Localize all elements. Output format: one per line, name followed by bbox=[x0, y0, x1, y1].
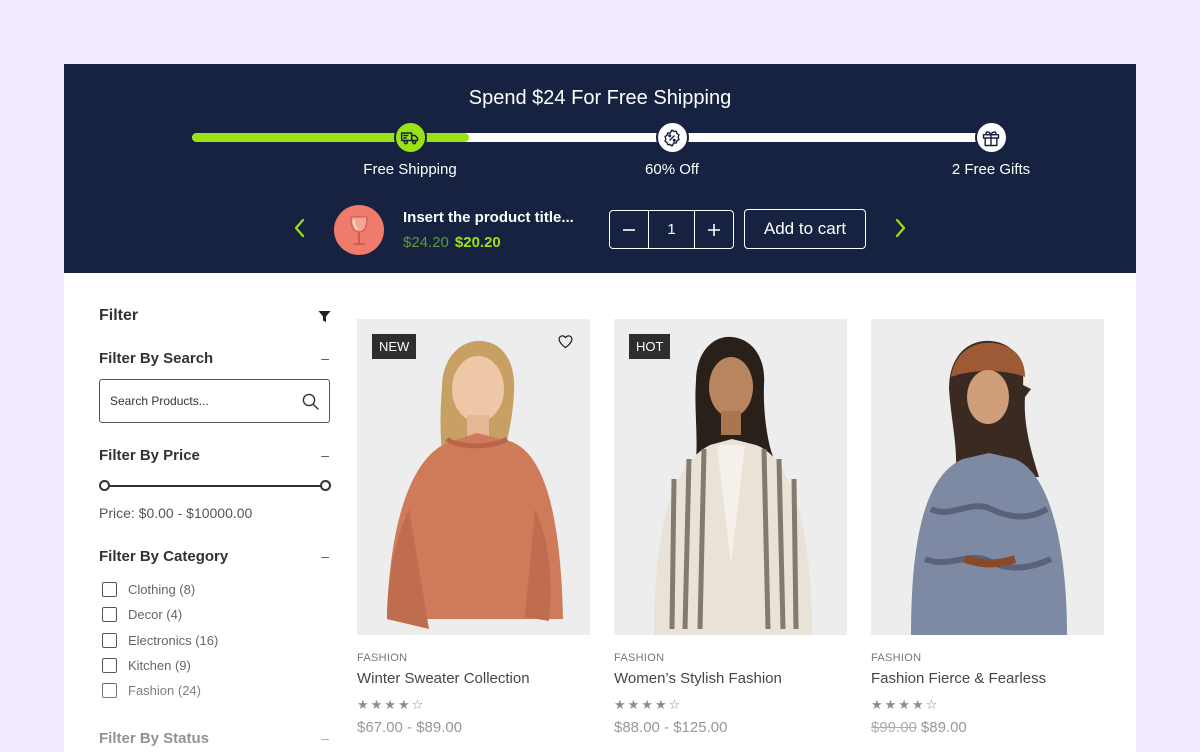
category-checkbox-fashion[interactable]: Fashion (24) bbox=[99, 678, 331, 703]
checkbox[interactable] bbox=[102, 607, 117, 623]
product-category: FASHION bbox=[357, 652, 408, 664]
category-checkbox-decor[interactable]: Decor (4) bbox=[99, 602, 331, 627]
category-label: Clothing (8) bbox=[128, 582, 196, 598]
filter-by-status-heading: Filter By Status bbox=[99, 729, 210, 747]
checkbox[interactable] bbox=[102, 632, 117, 648]
product-name[interactable]: Fashion Fierce & Fearless bbox=[871, 670, 1104, 687]
filter-header: Filter bbox=[99, 304, 331, 328]
sale-price: $89.00 bbox=[920, 719, 967, 736]
category-checkbox-kitchen[interactable]: Kitchen (9) bbox=[99, 653, 331, 678]
search-input[interactable] bbox=[110, 394, 302, 408]
discount-badge-icon bbox=[655, 121, 689, 154]
product-image[interactable]: HOT bbox=[614, 319, 847, 635]
price-min-handle[interactable] bbox=[99, 480, 110, 491]
heart-icon[interactable] bbox=[557, 333, 574, 350]
product-image[interactable] bbox=[871, 319, 1104, 635]
filter-by-status-header[interactable]: Filter By Status – bbox=[99, 726, 331, 750]
quantity-value[interactable]: 1 bbox=[648, 211, 695, 248]
product-price: $24.20 $20.20 bbox=[403, 234, 501, 251]
milestone-free-shipping: Free Shipping bbox=[330, 121, 490, 178]
product-price: $88.00 - $125.00 bbox=[614, 719, 847, 736]
search-products-field bbox=[99, 379, 330, 423]
product-card[interactable]: NEW FASHION Winter Sweater Collection ★★… bbox=[357, 319, 590, 736]
filter-title: Filter bbox=[99, 307, 139, 324]
milestone-label: 60% Off bbox=[645, 161, 699, 178]
collapse-icon[interactable]: – bbox=[321, 447, 331, 463]
search-icon[interactable] bbox=[302, 393, 319, 410]
collapse-icon[interactable]: – bbox=[321, 730, 331, 746]
product-price: $99.00 $89.00 bbox=[871, 719, 1104, 736]
category-label: Decor (4) bbox=[128, 607, 183, 623]
model-in-striped-blazer-image bbox=[614, 319, 847, 635]
banner-title: Spend $24 For Free Shipping bbox=[468, 87, 732, 109]
new-price: $20.20 bbox=[454, 234, 501, 251]
category-checkbox-electronics[interactable]: Electronics (16) bbox=[99, 628, 331, 653]
milestone-label: Free Shipping bbox=[363, 161, 457, 178]
next-product-arrow-icon[interactable] bbox=[892, 217, 908, 239]
increase-quantity-button[interactable] bbox=[695, 211, 733, 248]
product-badge: HOT bbox=[629, 334, 671, 359]
category-label: Electronics (16) bbox=[128, 632, 219, 648]
gift-icon bbox=[974, 121, 1008, 154]
filter-by-price-heading: Filter By Price bbox=[99, 446, 200, 464]
category-checkbox-clothing[interactable]: Clothing (8) bbox=[99, 577, 331, 602]
product-card[interactable]: FASHION Fashion Fierce & Fearless ★★★★☆ … bbox=[871, 319, 1104, 736]
milestone-discount: 60% Off bbox=[592, 121, 752, 178]
milestone-gifts: 2 Free Gifts bbox=[911, 121, 1071, 178]
filter-by-search-heading: Filter By Search bbox=[99, 349, 214, 367]
product-badge: NEW bbox=[372, 334, 417, 359]
model-in-sweater-image bbox=[357, 319, 590, 635]
plus-icon bbox=[708, 223, 720, 236]
product-category: FASHION bbox=[614, 652, 665, 664]
minus-icon bbox=[623, 228, 635, 231]
filter-by-category-header[interactable]: Filter By Category – bbox=[99, 544, 331, 568]
price: $88.00 - $125.00 bbox=[614, 719, 728, 736]
product-title[interactable]: Insert the product title... bbox=[403, 209, 574, 226]
truck-icon bbox=[393, 121, 427, 154]
decrease-quantity-button[interactable] bbox=[610, 211, 648, 248]
product-category: FASHION bbox=[871, 652, 922, 664]
collapse-icon[interactable]: – bbox=[321, 350, 331, 366]
model-in-headscarf-image bbox=[871, 319, 1104, 635]
category-list: Clothing (8) Decor (4) Electronics (16) … bbox=[99, 577, 331, 703]
filter-sidebar: Filter Filter By Search – Filter By Pric… bbox=[99, 304, 331, 750]
filter-by-search-header[interactable]: Filter By Search – bbox=[99, 346, 331, 370]
add-to-cart-button[interactable]: Add to cart bbox=[744, 209, 866, 249]
product-card[interactable]: HOT FASHION Women’s Stylish Fashion ★★★★… bbox=[614, 319, 847, 736]
original-price: $99.00 bbox=[871, 719, 917, 736]
price-range-text: Price: $0.00 - $10000.00 bbox=[99, 505, 253, 521]
checkbox[interactable] bbox=[102, 658, 117, 674]
price-range-slider bbox=[99, 479, 331, 493]
checkbox[interactable] bbox=[102, 683, 117, 699]
category-label: Kitchen (9) bbox=[128, 658, 191, 674]
checkbox[interactable] bbox=[102, 582, 117, 598]
wine-glass-icon[interactable] bbox=[334, 205, 384, 255]
collapse-icon[interactable]: – bbox=[321, 548, 331, 564]
product-name[interactable]: Winter Sweater Collection bbox=[357, 670, 590, 687]
category-label: Fashion (24) bbox=[128, 683, 201, 699]
star-rating: ★★★★☆ bbox=[357, 697, 426, 712]
star-rating: ★★★★☆ bbox=[871, 697, 940, 712]
page-frame: Spend $24 For Free Shipping Free Shippin… bbox=[64, 64, 1136, 752]
price-max-handle[interactable] bbox=[320, 480, 331, 491]
price-range-track bbox=[104, 485, 325, 487]
milestone-label: 2 Free Gifts bbox=[951, 161, 1031, 178]
previous-product-arrow-icon[interactable] bbox=[292, 217, 308, 239]
filter-by-category-heading: Filter By Category bbox=[99, 547, 229, 565]
product-price: $67.00 - $89.00 bbox=[357, 719, 590, 736]
quantity-stepper: 1 bbox=[609, 210, 734, 249]
star-rating: ★★★★☆ bbox=[614, 697, 683, 712]
product-image[interactable]: NEW bbox=[357, 319, 590, 635]
filter-by-price-header[interactable]: Filter By Price – bbox=[99, 443, 331, 467]
price: $67.00 - $89.00 bbox=[357, 719, 463, 736]
product-name[interactable]: Women’s Stylish Fashion bbox=[614, 670, 847, 687]
old-price: $24.20 bbox=[403, 234, 449, 251]
funnel-icon[interactable] bbox=[318, 310, 331, 323]
free-shipping-banner: Spend $24 For Free Shipping Free Shippin… bbox=[64, 64, 1136, 273]
